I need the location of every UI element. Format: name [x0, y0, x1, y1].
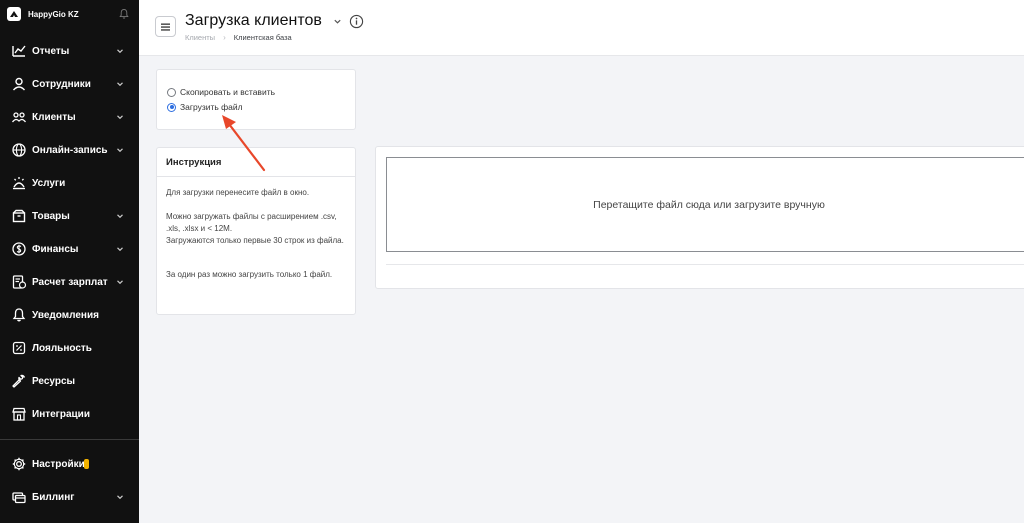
chevron-down-icon: [117, 214, 123, 219]
breadcrumb-separator-icon: ›: [223, 33, 226, 42]
page-title: Загрузка клиентов: [185, 12, 322, 29]
chevron-down-icon: [117, 82, 123, 87]
sidebar-item[interactable]: Онлайн-запись: [0, 137, 139, 163]
sidebar-item-label: Расчет зарплат: [32, 276, 108, 288]
sidebar-item[interactable]: Услуги: [0, 170, 139, 196]
sidebar-item[interactable]: Расчет зарплат: [0, 269, 139, 295]
import-mode-card: Скопировать и вставить Загрузить файл: [156, 69, 356, 130]
chevron-down-icon: [117, 280, 123, 285]
instruction-card: Инструкция Для загрузки перенесите файл …: [156, 147, 356, 315]
upload-card: Перетащите файл сюда или загрузите вручн…: [375, 146, 1024, 289]
upload-divider: [386, 264, 1024, 265]
clients-icon: [11, 109, 27, 125]
sidebar-item-label: Биллинг: [32, 491, 75, 503]
radio-upload-file-control[interactable]: [167, 102, 176, 112]
radio-copy-paste[interactable]: Скопировать и вставить: [167, 87, 275, 97]
hamburger-icon: [161, 23, 170, 31]
sidebar-item[interactable]: Уведомления: [0, 302, 139, 328]
sidebar-item[interactable]: Биллинг: [0, 484, 139, 510]
sidebar-item-label: Ресурсы: [32, 375, 76, 387]
page-header: Загрузка клиентов Клиенты › Клиентская б…: [139, 0, 1024, 56]
chevron-down-icon: [117, 247, 123, 252]
sidebar-item-label: Интеграции: [32, 408, 90, 420]
brand[interactable]: HappyGio KZ: [0, 0, 139, 28]
sidebar-item[interactable]: Товары: [0, 203, 139, 229]
sidebar: HappyGio KZ Отчеты Сотрудники Клиенты Онлай…: [0, 0, 139, 523]
sidebar-item[interactable]: Лояльность: [0, 335, 139, 361]
sidebar-item[interactable]: Сотрудники: [0, 71, 139, 97]
user-icon: [11, 76, 27, 92]
instruction-title: Инструкция: [157, 148, 355, 177]
warning-badge-icon: [84, 459, 89, 469]
chevron-down-icon: [117, 49, 123, 54]
globe-icon: [11, 142, 27, 158]
menu-toggle-button[interactable]: [155, 16, 176, 37]
chevron-down-icon: [117, 495, 123, 500]
wrench-icon: [11, 373, 27, 389]
gear-icon: [11, 456, 27, 472]
brand-name: HappyGio KZ: [28, 9, 79, 19]
radio-copy-paste-control[interactable]: [167, 87, 176, 97]
payroll-icon: [11, 274, 27, 290]
chevron-down-icon: [117, 115, 123, 120]
store-icon: [11, 406, 27, 422]
sidebar-item-label: Онлайн-запись: [32, 144, 108, 156]
chevron-down-icon: [117, 148, 123, 153]
services-icon: [11, 175, 27, 191]
box-icon: [11, 208, 27, 224]
sidebar-item-label: Лояльность: [32, 342, 92, 354]
sidebar-item-label: Отчеты: [32, 45, 70, 57]
breadcrumb-current: Клиентская база: [233, 33, 292, 42]
chart-icon: [11, 43, 27, 59]
sidebar-item-label: Клиенты: [32, 111, 76, 123]
sidebar-item-label: Сотрудники: [32, 78, 91, 90]
sidebar-item-label: Уведомления: [32, 309, 99, 321]
radio-upload-file-label: Загрузить файл: [180, 102, 243, 112]
sidebar-item[interactable]: Отчеты: [0, 38, 139, 64]
sidebar-item-label: Настройки: [32, 458, 85, 470]
breadcrumb: Клиенты › Клиентская база: [185, 33, 292, 42]
info-icon[interactable]: [349, 14, 364, 29]
sidebar-item[interactable]: Интеграции: [0, 401, 139, 427]
sidebar-item[interactable]: Клиенты: [0, 104, 139, 130]
sidebar-divider: [0, 439, 139, 440]
file-dropzone[interactable]: Перетащите файл сюда или загрузите вручн…: [386, 157, 1024, 252]
title-dropdown-chevron-icon[interactable]: [333, 17, 342, 26]
sidebar-item[interactable]: Финансы: [0, 236, 139, 262]
notification-bell-icon[interactable]: [118, 8, 130, 20]
radio-copy-paste-label: Скопировать и вставить: [180, 87, 276, 97]
dropzone-text: Перетащите файл сюда или загрузите вручн…: [593, 198, 825, 211]
sidebar-item-label: Товары: [32, 210, 70, 222]
sidebar-item[interactable]: Ресурсы: [0, 368, 139, 394]
sidebar-item[interactable]: Настройки: [0, 451, 139, 477]
billing-icon: [11, 489, 27, 505]
loyalty-icon: [11, 340, 27, 356]
dollar-icon: [11, 241, 27, 257]
instruction-paragraph: За один раз можно загрузить только 1 фай…: [166, 270, 333, 279]
radio-upload-file[interactable]: Загрузить файл: [167, 102, 243, 112]
instruction-paragraph: Для загрузки перенесите файл в окно.: [166, 188, 310, 197]
brand-logo-icon: [7, 7, 21, 21]
instruction-paragraph: Можно загружать файлы с расширением .csv…: [166, 212, 344, 245]
sidebar-item-label: Услуги: [32, 177, 66, 189]
sidebar-item-label: Финансы: [32, 243, 79, 255]
bell-icon: [11, 307, 27, 323]
breadcrumb-clients-link[interactable]: Клиенты: [185, 33, 215, 42]
